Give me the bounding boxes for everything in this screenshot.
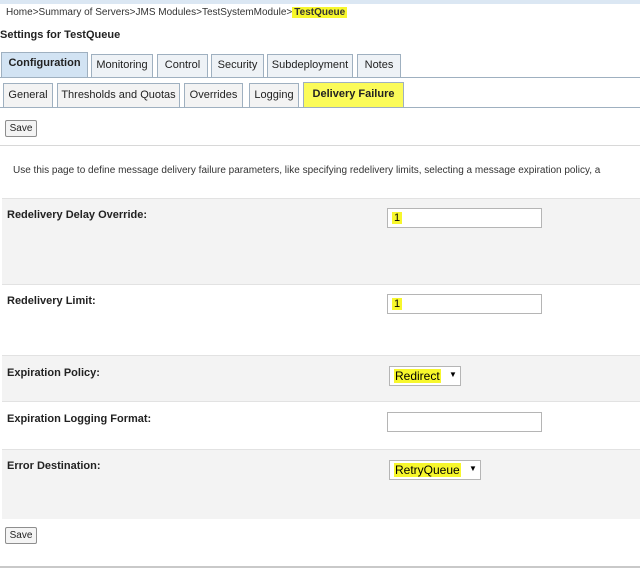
redelivery-limit-input[interactable]: 1 <box>387 294 542 314</box>
page-title: Settings for TestQueue <box>0 29 121 41</box>
outer-tab-underline <box>0 77 640 78</box>
expiration-logging-format-label: Expiration Logging Format: <box>7 413 152 425</box>
error-destination-value: RetryQueue <box>394 463 461 477</box>
redelivery-limit-value: 1 <box>392 298 403 310</box>
redelivery-delay-override-label: Redelivery Delay Override: <box>7 209 148 221</box>
tab-subdeployment[interactable]: Subdeployment <box>267 54 353 77</box>
tab-thresholds-and-quotas[interactable]: Thresholds and Quotas <box>57 83 180 107</box>
error-destination-select[interactable]: RetryQueue ▼ <box>389 460 481 480</box>
divider <box>0 145 640 146</box>
redelivery-delay-override-value: 1 <box>392 212 403 224</box>
expiration-policy-select[interactable]: Redirect ▼ <box>389 366 461 386</box>
error-destination-label: Error Destination: <box>7 460 101 472</box>
breadcrumb-test-system-module[interactable]: TestSystemModule <box>202 7 286 18</box>
save-button-bottom[interactable]: Save <box>5 527 37 544</box>
expiration-policy-value: Redirect <box>394 369 441 383</box>
outer-tab-bar: Configuration Monitoring Control Securit… <box>0 51 640 78</box>
expiration-logging-format-input[interactable] <box>387 412 542 432</box>
tab-security[interactable]: Security <box>211 54 264 77</box>
row-redelivery-limit: Redelivery Limit: 1 <box>2 284 640 355</box>
tab-notes[interactable]: Notes <box>357 54 401 77</box>
breadcrumb-home[interactable]: Home <box>6 7 33 18</box>
tab-overrides[interactable]: Overrides <box>184 83 243 107</box>
bottom-border <box>0 566 640 568</box>
redelivery-delay-override-input[interactable]: 1 <box>387 208 542 228</box>
tab-monitoring[interactable]: Monitoring <box>91 54 153 77</box>
row-expiration-logging-format: Expiration Logging Format: <box>2 401 640 449</box>
breadcrumb-current: TestQueue <box>292 7 348 18</box>
redelivery-limit-label: Redelivery Limit: <box>7 295 96 307</box>
tab-logging[interactable]: Logging <box>249 83 299 107</box>
chevron-down-icon: ▼ <box>469 464 477 473</box>
row-expiration-policy: Expiration Policy: Redirect ▼ <box>2 355 640 401</box>
breadcrumb: Home>Summary of Servers>JMS Modules>Test… <box>0 4 640 24</box>
row-error-destination: Error Destination: RetryQueue ▼ <box>2 449 640 519</box>
breadcrumb-summary-of-servers[interactable]: Summary of Servers <box>39 7 130 18</box>
save-button-top[interactable]: Save <box>5 120 37 137</box>
tab-general[interactable]: General <box>3 83 53 107</box>
inner-tab-underline <box>0 107 640 108</box>
row-redelivery-delay-override: Redelivery Delay Override: 1 <box>2 198 640 284</box>
page-description: Use this page to define message delivery… <box>13 165 601 176</box>
tab-configuration[interactable]: Configuration <box>1 52 88 78</box>
inner-tab-bar: General Thresholds and Quotas Overrides … <box>0 82 640 108</box>
tab-delivery-failure[interactable]: Delivery Failure <box>303 82 404 108</box>
chevron-down-icon: ▼ <box>449 370 457 379</box>
breadcrumb-jms-modules[interactable]: JMS Modules <box>136 7 197 18</box>
tab-control[interactable]: Control <box>157 54 208 77</box>
expiration-policy-label: Expiration Policy: <box>7 367 100 379</box>
